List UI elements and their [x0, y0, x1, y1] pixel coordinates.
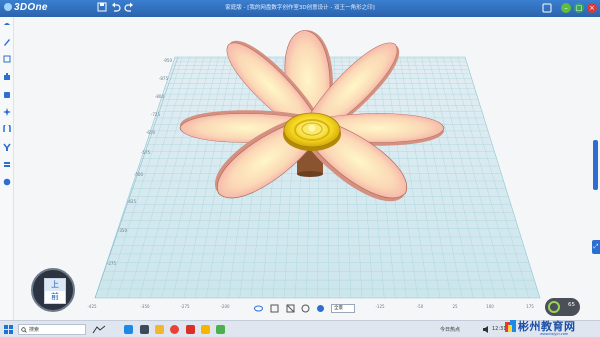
windows-start-icon[interactable]	[4, 325, 13, 334]
move-tool-icon[interactable]	[3, 108, 11, 116]
combine-tool-icon[interactable]	[3, 73, 11, 81]
view-cube-box[interactable]: 上 前	[44, 278, 66, 304]
tray-weather[interactable]: 今日热点	[440, 326, 460, 333]
grid-x-label: -50	[417, 304, 424, 309]
file-explorer-icon[interactable]	[155, 325, 164, 334]
grid-y-label: -950	[163, 58, 173, 63]
left-toolbar	[0, 17, 14, 320]
view-cube[interactable]: 上 前	[31, 268, 75, 312]
edit-tool-icon[interactable]	[3, 38, 11, 46]
close-icon[interactable]: ×	[587, 3, 597, 13]
minimize-icon[interactable]: –	[561, 3, 571, 13]
view-mode-select[interactable]: 全景	[331, 304, 355, 313]
wps-icon[interactable]	[186, 325, 195, 334]
sketch-tool-icon[interactable]	[3, 20, 11, 28]
zoom-dial-icon[interactable]	[548, 301, 560, 313]
workplane-grid: -950 -875 -800 -725 -650 -575 -500 -425 …	[87, 30, 541, 309]
layer-tool-icon[interactable]	[3, 161, 11, 169]
view-render-icon[interactable]	[316, 304, 325, 313]
help-icon[interactable]	[542, 3, 552, 13]
grid-x-label: -125	[375, 304, 385, 309]
window-title: 家庭版 - [我的网盘数字创作室3D创意设计 - 双王一角形之印]	[225, 5, 375, 11]
taskbar-widget-icon[interactable]	[92, 325, 106, 334]
flower-center[interactable]	[283, 112, 341, 151]
paint-tool-icon[interactable]	[3, 143, 11, 151]
grid-x-label: 175	[526, 304, 534, 309]
grid-y-label: -350	[118, 228, 128, 233]
search-placeholder: 搜索	[29, 327, 40, 333]
task-view-icon[interactable]	[140, 325, 149, 334]
watermark-url: www.bzjyjn.com	[540, 332, 569, 336]
view-shade-icon[interactable]	[301, 304, 310, 313]
view-fit-icon[interactable]	[254, 304, 263, 313]
view-wire-icon[interactable]	[286, 304, 295, 313]
grid-x-label: -350	[140, 304, 150, 309]
3d-viewport[interactable]: -950 -875 -800 -725 -650 -575 -500 -425 …	[14, 17, 600, 320]
grid-y-label: -875	[159, 76, 169, 81]
grid-x-label: 100	[486, 304, 494, 309]
grid-x-label: 25	[452, 304, 458, 309]
measure-tool-icon[interactable]	[3, 125, 11, 133]
3done-app-icon[interactable]	[201, 325, 210, 334]
view-tool-icon[interactable]	[3, 178, 11, 186]
grid-y-label: -800	[155, 94, 165, 99]
grid-y-label: -650	[146, 130, 156, 135]
chrome-icon[interactable]	[170, 325, 179, 334]
right-panel-handle[interactable]	[593, 140, 598, 190]
zoom-value: 65	[568, 302, 575, 308]
view-box-icon[interactable]	[270, 304, 279, 313]
pattern-tool-icon[interactable]	[3, 91, 11, 99]
grid-y-label: -275	[107, 261, 117, 266]
search-icon	[21, 327, 27, 333]
transform-tool-icon[interactable]	[3, 55, 11, 63]
restore-icon[interactable]: □	[574, 3, 584, 13]
grid-x-label: -425	[87, 304, 97, 309]
watermark-logo	[505, 320, 516, 332]
share-icon[interactable]: ⤢	[592, 240, 600, 254]
edge-icon[interactable]	[124, 325, 133, 334]
volume-icon[interactable]	[482, 325, 491, 334]
grid-x-label: -200	[220, 304, 230, 309]
grid-x-label: -275	[180, 304, 190, 309]
taskbar-search[interactable]: 搜索	[18, 324, 86, 335]
view-cube-front[interactable]: 前	[45, 291, 65, 303]
view-cube-top[interactable]: 上	[45, 279, 65, 291]
title-bar: 3DOne 家庭版 - [我的网盘数字创作室3D创意设计 - 双王一角形之印] …	[0, 0, 600, 17]
grid-y-label: -500	[134, 172, 144, 177]
wechat-icon[interactable]	[216, 325, 225, 334]
